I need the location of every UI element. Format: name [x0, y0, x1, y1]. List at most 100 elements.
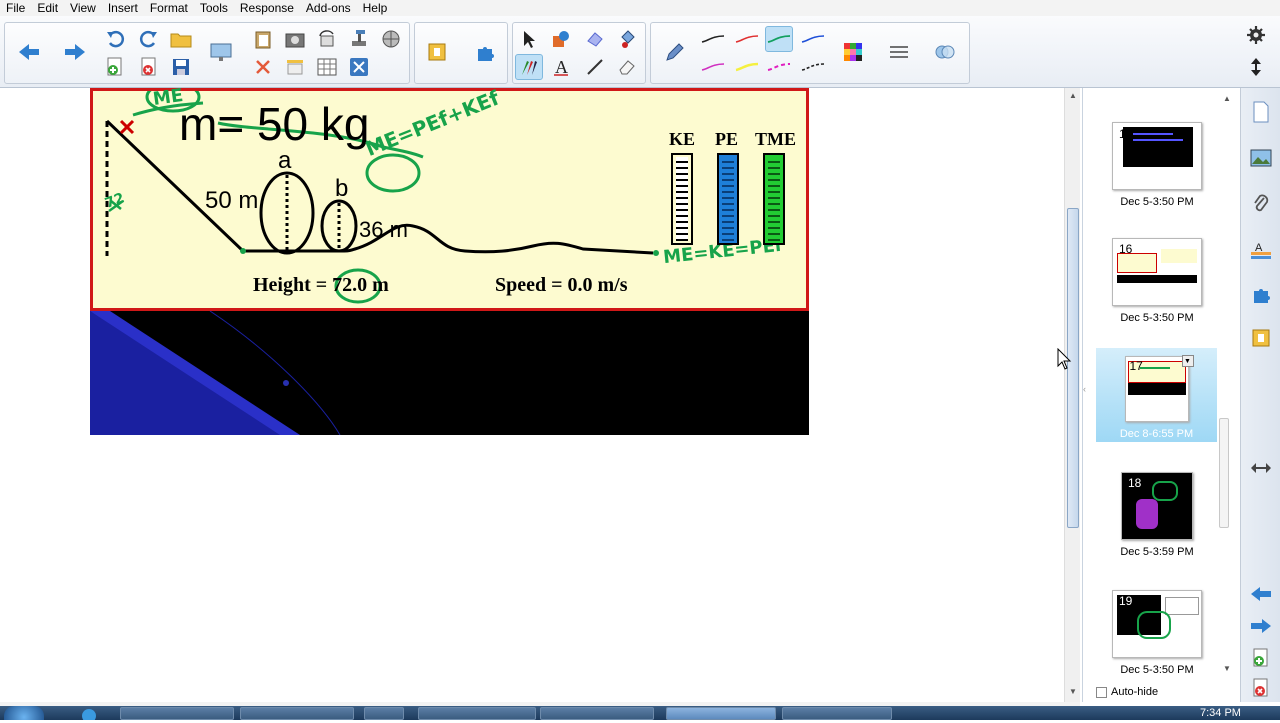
pen-red-button[interactable]	[733, 26, 761, 52]
pen-green-button[interactable]	[765, 26, 793, 52]
color-palette-button[interactable]	[839, 39, 867, 65]
menu-view[interactable]: View	[64, 0, 102, 16]
pen-blue-button[interactable]	[799, 26, 827, 52]
open-file-button[interactable]	[167, 26, 195, 52]
addons-button[interactable]	[471, 39, 499, 65]
menu-edit[interactable]: Edit	[31, 0, 64, 16]
next-page-button[interactable]	[61, 39, 89, 65]
rotate-button[interactable]	[313, 26, 341, 52]
gallery-button[interactable]	[423, 39, 451, 65]
clear-page-button[interactable]	[249, 54, 277, 80]
screen-capture-button[interactable]	[281, 26, 309, 52]
addons-tab[interactable]	[1247, 280, 1275, 308]
page-thumbnail-selected[interactable]: 17 ▼ Dec 8-6:55 PM	[1096, 348, 1217, 442]
pen-properties-button[interactable]	[661, 39, 689, 65]
gallery-tab[interactable]	[1247, 144, 1275, 172]
magic-pen-tool[interactable]	[581, 26, 609, 52]
document-camera-icon	[352, 30, 366, 46]
transparency-icon	[935, 45, 955, 59]
menu-format[interactable]: Format	[144, 0, 194, 16]
new-page-button[interactable]	[101, 54, 129, 80]
pen-dashed-black-button[interactable]	[799, 54, 827, 80]
close-x-icon	[256, 60, 270, 74]
sidebar-next-button[interactable]	[1247, 612, 1275, 640]
menu-help[interactable]: Help	[357, 0, 394, 16]
delete-page-button[interactable]	[135, 54, 163, 80]
scroll-down-arrow[interactable]: ▼	[1067, 686, 1079, 698]
undo-button[interactable]	[101, 26, 129, 52]
sidebar-previous-button[interactable]	[1247, 580, 1275, 608]
sorter-scrollbar[interactable]	[1216, 88, 1232, 702]
taskbar-window-explorer-1[interactable]	[120, 707, 234, 720]
sidebar-add-page-button[interactable]	[1247, 644, 1275, 672]
properties-icon: A	[1251, 242, 1271, 259]
insert-table-button[interactable]	[313, 54, 341, 80]
menu-insert[interactable]: Insert	[102, 0, 144, 16]
ke-label: KE	[669, 129, 696, 149]
transparency-button[interactable]	[931, 39, 959, 65]
menu-file[interactable]: File	[0, 0, 31, 16]
pen-stroke-magenta-icon	[701, 63, 725, 71]
system-tray-icons[interactable]	[906, 708, 1186, 718]
page-thumbnail[interactable]: 19 Dec 5-3:50 PM	[1097, 590, 1217, 676]
toolbar-move-button[interactable]	[1242, 54, 1270, 80]
thumbnail-number: 19	[1119, 594, 1133, 608]
taskbar-window-app[interactable]	[540, 707, 654, 720]
menu-response[interactable]: Response	[234, 0, 300, 16]
autohide-checkbox[interactable]	[1096, 686, 1107, 698]
page-sorter-tab[interactable]	[1247, 98, 1275, 126]
shapes-tool[interactable]	[547, 26, 575, 52]
screen-shade-toggle-button[interactable]	[281, 54, 309, 80]
redo-button[interactable]	[135, 26, 163, 52]
line-icon	[587, 59, 603, 75]
eraser-tool[interactable]	[613, 54, 641, 80]
page-thumbnail[interactable]: 16 Dec 5-3:50 PM	[1097, 238, 1217, 324]
paste-button[interactable]	[249, 26, 277, 52]
attachments-tab[interactable]	[1247, 190, 1275, 218]
pen-magenta-button[interactable]	[699, 54, 727, 80]
shapes-icon	[553, 31, 569, 47]
highlighter-yellow-button[interactable]	[733, 54, 761, 80]
scroll-up-arrow[interactable]: ▲	[1067, 90, 1079, 102]
previous-page-button[interactable]	[15, 39, 43, 65]
menu-tools[interactable]: Tools	[194, 0, 234, 16]
line-tool[interactable]	[581, 54, 609, 80]
screen-shade-button[interactable]	[207, 39, 235, 65]
pen-tool[interactable]	[515, 54, 543, 80]
text-tool[interactable]: A	[547, 54, 575, 80]
loop-b-label: b	[335, 175, 349, 202]
taskbar-window-media[interactable]	[364, 707, 404, 720]
pen-dashed-magenta-button[interactable]	[765, 54, 793, 80]
canvas-scrollbar[interactable]: ▲ ▼	[1064, 88, 1080, 702]
taskbar-window-chrome[interactable]	[418, 707, 536, 720]
select-tool[interactable]	[515, 26, 543, 52]
page-thumbnail[interactable]: 18 Dec 5-3:59 PM	[1097, 472, 1217, 558]
fill-tool[interactable]	[613, 26, 641, 52]
autohide-label: Auto-hide	[1111, 686, 1159, 698]
pen-black-button[interactable]	[699, 26, 727, 52]
autohide-toggle[interactable]: Auto-hide	[1096, 686, 1158, 698]
toolbar-settings-button[interactable]	[1242, 22, 1270, 48]
taskbar-window-recorder[interactable]	[782, 707, 892, 720]
taskbar-window-explorer-2[interactable]	[240, 707, 354, 720]
panel-collapse-handle[interactable]: ‹	[1083, 384, 1089, 396]
full-screen-button[interactable]	[377, 26, 405, 52]
new-page-icon	[1253, 648, 1268, 667]
sidebar-delete-page-button[interactable]	[1247, 674, 1275, 702]
move-sidebar-button[interactable]	[1247, 454, 1275, 482]
page-thumbnail[interactable]: 15 Dec 5-3:50 PM	[1097, 122, 1217, 208]
taskbar-window-notebook-active[interactable]	[666, 707, 776, 720]
delete-button[interactable]	[345, 54, 373, 80]
line-style-button[interactable]	[885, 39, 913, 65]
start-button[interactable]	[4, 706, 44, 720]
document-camera-button[interactable]	[345, 26, 373, 52]
gallery-essentials-tab[interactable]	[1247, 324, 1275, 352]
properties-tab[interactable]: A	[1247, 236, 1275, 264]
internet-explorer-icon[interactable]	[76, 706, 102, 723]
sorter-scroll-thumb[interactable]	[1219, 418, 1229, 528]
menu-addons[interactable]: Add-ons	[300, 0, 357, 16]
thumbnail-menu-button[interactable]: ▼	[1181, 355, 1194, 367]
thumbnail-date: Dec 5-3:50 PM	[1120, 664, 1194, 676]
save-button[interactable]	[167, 54, 195, 80]
toolbar-group-pen-colors	[650, 22, 970, 84]
